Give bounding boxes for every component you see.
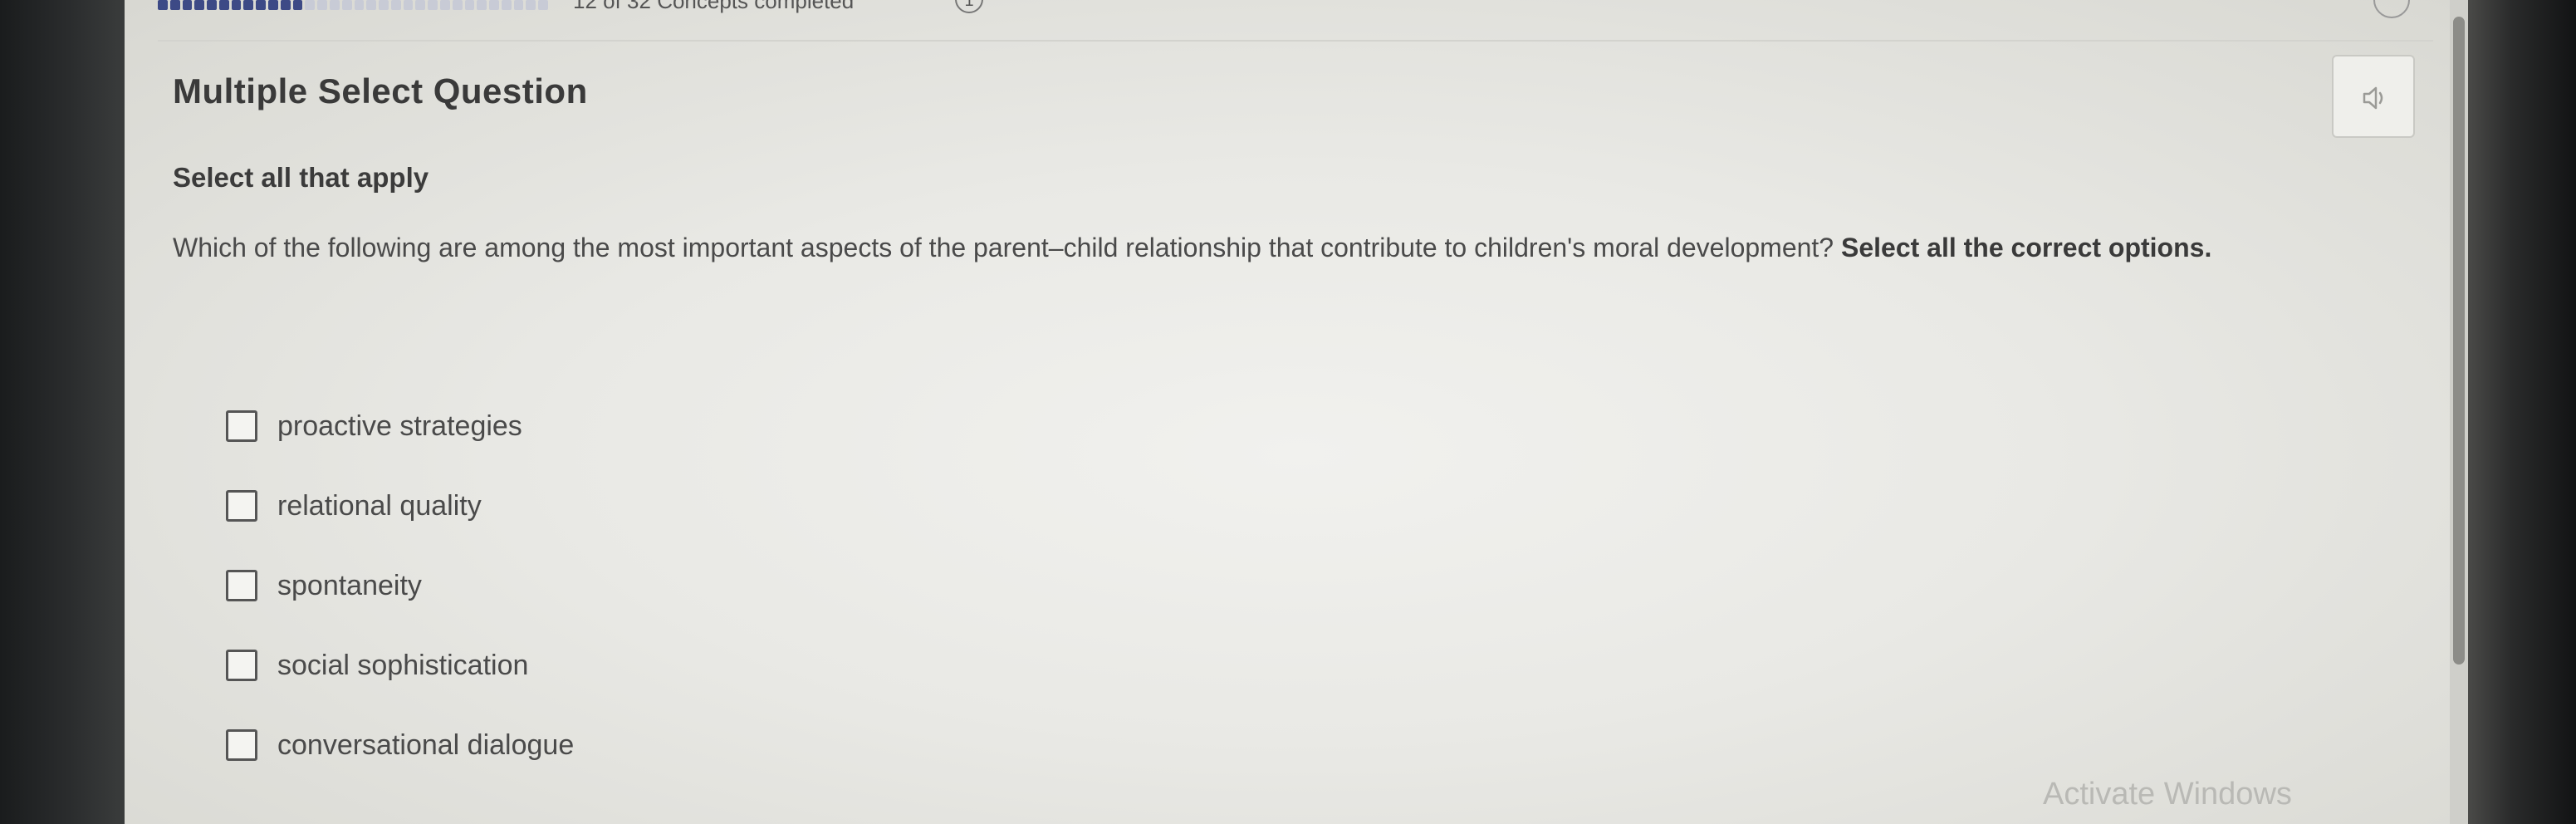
option-label: spontaneity [277, 569, 422, 601]
progress-segment-remaining [317, 0, 327, 10]
progress-segment-done [182, 0, 193, 10]
progress-segment-done [256, 0, 267, 10]
progress-segment-remaining [439, 0, 450, 10]
monitor-bezel-left [0, 0, 125, 824]
option-proactive-strategies[interactable]: proactive strategies [226, 386, 574, 466]
instruction-text: Select all that apply [173, 162, 429, 193]
progress-segment-remaining [477, 0, 487, 10]
progress-segment-done [158, 0, 168, 10]
checkbox-icon[interactable] [226, 570, 257, 601]
progress-segment-done [243, 0, 254, 10]
checkbox-icon[interactable] [226, 650, 257, 681]
option-label: proactive strategies [277, 410, 522, 442]
checkbox-icon[interactable] [226, 490, 257, 522]
option-label: relational quality [277, 489, 482, 522]
progress-segment-remaining [464, 0, 475, 10]
progress-segment-remaining [341, 0, 352, 10]
progress-segment-remaining [538, 0, 548, 10]
answer-options: proactive strategies relational quality … [226, 386, 574, 785]
progress-segment-done [292, 0, 303, 10]
progress-segment-remaining [526, 0, 536, 10]
progress-segment-remaining [489, 0, 499, 10]
question-prompt: Which of the following are among the mos… [173, 233, 2415, 263]
progress-segment-done [218, 0, 229, 10]
progress-segment-remaining [513, 0, 524, 10]
speaker-icon [2363, 86, 2383, 110]
progress-segment-done [207, 0, 217, 10]
progress-segment-remaining [452, 0, 463, 10]
option-label: conversational dialogue [277, 728, 575, 761]
progress-segment-remaining [501, 0, 512, 10]
option-label: social sophistication [277, 649, 529, 681]
progress-segment-remaining [403, 0, 414, 10]
progress-segment-remaining [305, 0, 316, 10]
progress-segment-done [280, 0, 291, 10]
question-type-title: Multiple Select Question [173, 71, 588, 110]
progress-segment-done [169, 0, 180, 10]
header-divider [158, 40, 2433, 42]
activate-windows-watermark: Activate Windows [2043, 777, 2292, 812]
progress-segment-done [194, 0, 205, 10]
progress-segment-remaining [329, 0, 340, 10]
question-prompt-emphasis: Select all the correct options. [1840, 233, 2212, 262]
scrollbar[interactable] [2450, 0, 2468, 824]
checkbox-icon[interactable] [226, 729, 257, 761]
option-social-sophistication[interactable]: social sophistication [226, 625, 574, 705]
read-aloud-button[interactable] [2332, 55, 2415, 138]
progress-segment-remaining [415, 0, 426, 10]
progress-text: 12 of 32 Concepts completed [573, 0, 855, 13]
checkbox-icon[interactable] [226, 410, 257, 442]
progress-segment-remaining [379, 0, 389, 10]
option-conversational-dialogue[interactable]: conversational dialogue [226, 705, 574, 785]
progress-segment-remaining [354, 0, 365, 10]
progress-segment-done [268, 0, 278, 10]
progress-segment-remaining [390, 0, 401, 10]
progress-segment-done [231, 0, 242, 10]
question-prompt-text: Which of the following are among the mos… [173, 233, 1834, 262]
scrollbar-thumb[interactable] [2453, 17, 2465, 665]
option-spontaneity[interactable]: spontaneity [226, 546, 574, 625]
monitor-bezel-right [2468, 0, 2576, 824]
progress-bar [158, 0, 548, 10]
option-relational-quality[interactable]: relational quality [226, 466, 574, 546]
progress-segment-remaining [428, 0, 438, 10]
progress-segment-remaining [366, 0, 377, 10]
